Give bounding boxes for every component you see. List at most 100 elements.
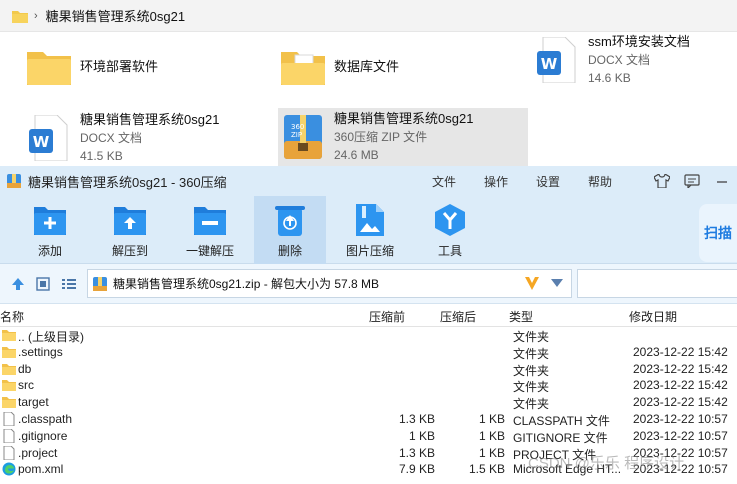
row-date: 2023-12-22 15:42 bbox=[633, 378, 728, 393]
svg-text:W: W bbox=[33, 133, 50, 151]
file-tile-selected[interactable]: 360 ZIP 糖果销售管理系统0sg21 360压缩 ZIP 文件 24.6 M… bbox=[278, 108, 528, 166]
watermark: CSDN @乐乐 程序设计 bbox=[528, 455, 685, 472]
tools-label: 工具 bbox=[437, 244, 462, 258]
menu-bar: 文件 操作 设置 帮助 bbox=[432, 166, 640, 196]
row-name: db bbox=[18, 361, 32, 376]
up-arrow-icon[interactable] bbox=[10, 276, 26, 292]
row-name: target bbox=[18, 395, 49, 410]
extract-to-button[interactable]: 解压到 bbox=[94, 196, 166, 264]
row-usize: 1 KB bbox=[478, 445, 505, 460]
table-row[interactable]: .. (上级目录) 文件夹 bbox=[0, 327, 737, 344]
row-name: .classpath bbox=[18, 411, 73, 426]
file-tile[interactable]: W 糖果销售管理系统0sg21 DOCX 文档 41.5 KB bbox=[24, 108, 274, 168]
folder-icon bbox=[2, 397, 16, 409]
row-date: 2023-12-22 15:42 bbox=[633, 361, 728, 376]
menu-help[interactable]: 帮助 bbox=[588, 173, 612, 190]
quick-extract-button[interactable]: 一键解压 bbox=[174, 196, 246, 264]
table-row[interactable]: .settings 文件夹 2023-12-22 15:42 bbox=[0, 344, 737, 361]
address-bar: 糖果销售管理系统0sg21.zip - 解包大小为 57.8 MB bbox=[0, 264, 737, 304]
svg-text:360: 360 bbox=[291, 123, 304, 131]
word-icon: W bbox=[24, 113, 74, 163]
table-row[interactable]: src 文件夹 2023-12-22 15:42 bbox=[0, 377, 737, 394]
delete-button[interactable]: 删除 bbox=[254, 196, 326, 264]
file-icon bbox=[3, 428, 15, 443]
row-csize: 1 KB bbox=[408, 428, 435, 443]
row-type: 文件夹 bbox=[513, 397, 550, 412]
delete-label: 删除 bbox=[277, 244, 302, 258]
breadcrumb-item[interactable]: 糖果销售管理系统0sg21 bbox=[46, 6, 185, 25]
list-view-icon[interactable] bbox=[61, 276, 77, 292]
scan-button[interactable]: 扫描 bbox=[699, 204, 737, 262]
svg-text:W: W bbox=[541, 55, 558, 73]
file-name: 数据库文件 bbox=[334, 59, 400, 74]
folder-icon bbox=[24, 42, 74, 92]
minimize-icon[interactable] bbox=[713, 172, 731, 190]
zip-icon bbox=[93, 276, 107, 291]
quick-extract-icon bbox=[193, 203, 227, 237]
row-name: pom.xml bbox=[18, 462, 64, 477]
row-name: .. (上级目录) bbox=[18, 330, 84, 344]
edge-icon bbox=[2, 462, 16, 476]
breadcrumb-separator: › bbox=[34, 9, 38, 22]
file-name: 糖果销售管理系统0sg21 bbox=[80, 112, 220, 127]
folder-icon bbox=[2, 330, 16, 341]
extract-to-label: 解压到 bbox=[111, 244, 148, 258]
tools-button[interactable]: 工具 bbox=[414, 196, 486, 264]
file-grid: 环境部署软件 数据库文件 W ssm环境安装文档 DOCX 文档 14.6 KB… bbox=[4, 34, 737, 168]
column-header: 名称 压缩前 压缩后 类型 修改日期 bbox=[0, 304, 737, 327]
image-compress-button[interactable]: 图片压缩 bbox=[334, 196, 406, 264]
col-name[interactable]: 名称 bbox=[0, 308, 24, 325]
menu-settings[interactable]: 设置 bbox=[536, 173, 560, 190]
app-logo-icon bbox=[7, 174, 21, 188]
add-label: 添加 bbox=[37, 244, 62, 258]
row-type: 文件夹 bbox=[513, 346, 550, 361]
thumbnail-view-icon[interactable] bbox=[35, 276, 51, 292]
file-icon bbox=[3, 411, 15, 426]
row-csize: 1.3 KB bbox=[398, 445, 435, 460]
v-logo-icon[interactable] bbox=[523, 274, 541, 292]
row-name: .gitignore bbox=[18, 428, 68, 443]
row-type: CLASSPATH 文件 bbox=[513, 413, 610, 428]
col-compressed-before[interactable]: 压缩前 bbox=[369, 308, 405, 325]
row-date: 2023-12-22 15:42 bbox=[633, 395, 728, 410]
folder-icon bbox=[2, 346, 16, 358]
title-bar: 糖果销售管理系统0sg21 - 360压缩 文件 操作 设置 帮助 bbox=[0, 166, 737, 196]
file-tile[interactable]: 数据库文件 bbox=[278, 40, 528, 94]
file-size: 24.6 MB bbox=[334, 148, 379, 162]
tools-icon bbox=[433, 203, 467, 237]
row-name: src bbox=[18, 378, 34, 393]
file-name: ssm环境安装文档 bbox=[588, 34, 690, 49]
word-icon: W bbox=[532, 35, 582, 85]
folder-icon bbox=[2, 380, 16, 392]
menu-operate[interactable]: 操作 bbox=[484, 173, 508, 190]
window-title: 糖果销售管理系统0sg21 - 360压缩 bbox=[28, 174, 227, 190]
col-type[interactable]: 类型 bbox=[509, 308, 533, 325]
archive-path: 糖果销售管理系统0sg21.zip - 解包大小为 57.8 MB bbox=[113, 277, 380, 291]
row-usize: 1.5 KB bbox=[468, 462, 505, 477]
search-input[interactable] bbox=[577, 269, 737, 298]
chevron-down-icon[interactable] bbox=[551, 279, 563, 287]
table-row[interactable]: target 文件夹 2023-12-22 15:42 bbox=[0, 394, 737, 411]
table-row[interactable]: .gitignore 1 KB 1 KB GITIGNORE 文件 2023-1… bbox=[0, 428, 737, 445]
row-csize: 1.3 KB bbox=[398, 411, 435, 426]
table-row[interactable]: db 文件夹 2023-12-22 15:42 bbox=[0, 361, 737, 378]
row-name: .settings bbox=[18, 344, 63, 359]
table-row[interactable]: .classpath 1.3 KB 1 KB CLASSPATH 文件 2023… bbox=[0, 411, 737, 428]
toolbar: 添加 解压到 一键解压 删除 图片压缩 工具 扫描 bbox=[0, 196, 737, 264]
archive-path-field[interactable]: 糖果销售管理系统0sg21.zip - 解包大小为 57.8 MB bbox=[87, 269, 572, 298]
row-usize: 1 KB bbox=[478, 428, 505, 443]
row-type: 文件夹 bbox=[513, 330, 550, 344]
row-type: 文件夹 bbox=[513, 380, 550, 395]
col-compressed-after[interactable]: 压缩后 bbox=[440, 308, 476, 325]
add-button[interactable]: 添加 bbox=[14, 196, 86, 264]
row-type: 文件夹 bbox=[513, 363, 550, 378]
feedback-icon[interactable] bbox=[683, 172, 701, 190]
row-csize: 7.9 KB bbox=[398, 462, 435, 477]
file-tile[interactable]: 环境部署软件 bbox=[24, 40, 274, 94]
breadcrumb: › 糖果销售管理系统0sg21 bbox=[0, 0, 737, 32]
menu-file[interactable]: 文件 bbox=[432, 173, 456, 190]
file-tile[interactable]: W ssm环境安装文档 DOCX 文档 14.6 KB bbox=[532, 30, 737, 90]
col-date[interactable]: 修改日期 bbox=[629, 308, 677, 325]
skin-icon[interactable] bbox=[653, 172, 671, 190]
row-type: GITIGNORE 文件 bbox=[513, 430, 608, 445]
